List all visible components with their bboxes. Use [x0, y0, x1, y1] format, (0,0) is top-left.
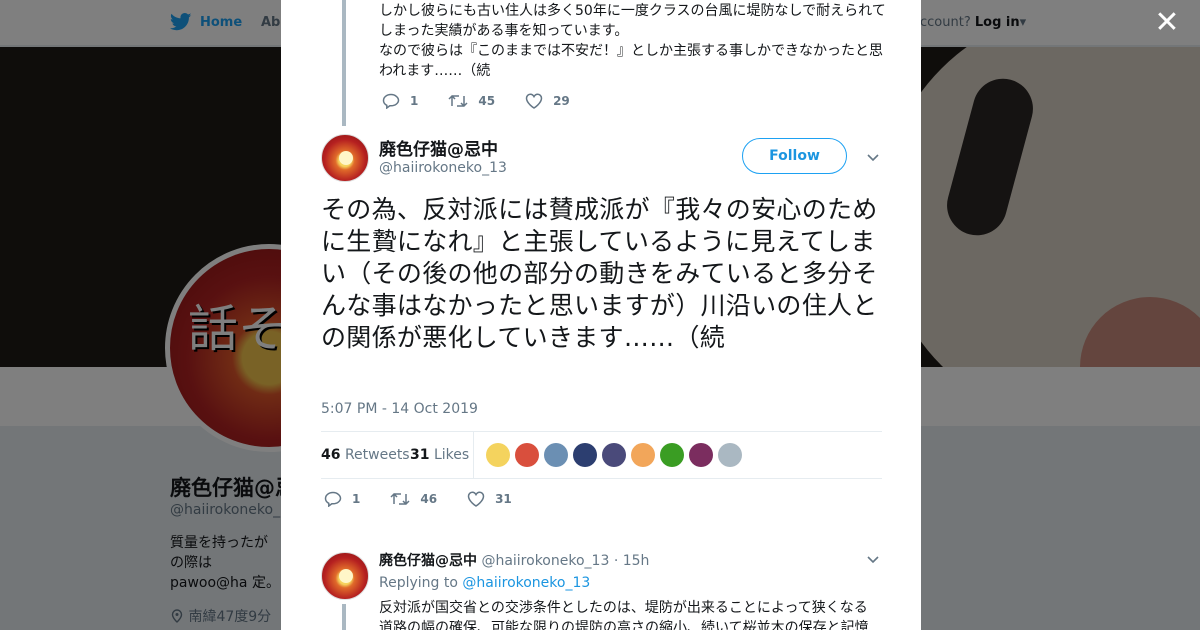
replying-to-link[interactable]: @haiirokoneko_13: [462, 575, 590, 591]
reply-dot: ·: [613, 553, 619, 569]
replying-label: Replying to: [379, 575, 458, 591]
retweet-count: 46: [420, 492, 438, 506]
retweet-icon: [448, 94, 468, 108]
reply-count: 1: [410, 94, 419, 108]
reply-icon: [382, 93, 400, 109]
liker-avatar[interactable]: [515, 443, 539, 467]
tweet-stats: 46 Retweets 31 Likes: [321, 431, 882, 479]
retweet-stat-label: Retweets: [344, 447, 410, 463]
retweet-stat-count: 46: [321, 447, 341, 463]
tweet-permalink-modal: しかし彼らにも古い住人は多く50年に一度クラスの台風に堤防なしで耐えられてしまっ…: [281, 0, 921, 630]
liker-avatar[interactable]: [544, 443, 568, 467]
avatar[interactable]: [321, 552, 369, 600]
prev-tweet-actions: 1 45 29: [382, 93, 600, 109]
retweet-count: 45: [478, 94, 496, 108]
prev-tweet-text: しかし彼らにも古い住人は多く50年に一度クラスの台風に堤防なしで耐えられてしまっ…: [379, 3, 886, 79]
heart-icon: [525, 93, 543, 109]
reply-button[interactable]: 1: [324, 491, 360, 507]
chevron-down-icon[interactable]: [866, 552, 880, 566]
reply-tweet-header: 廃色仔猫@忌中 @haiirokoneko_13 · 15h: [379, 550, 649, 570]
reply-age[interactable]: 15h: [623, 553, 650, 569]
like-stat-count: 31: [410, 447, 430, 463]
tweet-author-name[interactable]: 廃色仔猫@忌中: [379, 135, 498, 160]
chevron-down-icon[interactable]: [866, 150, 880, 164]
reply-icon: [324, 491, 342, 507]
like-count: 29: [553, 94, 570, 108]
liker-avatar[interactable]: [689, 443, 713, 467]
like-count: 31: [495, 492, 512, 506]
reply-button[interactable]: 1: [382, 93, 418, 109]
stats-divider: [473, 432, 474, 478]
liker-avatar[interactable]: [602, 443, 626, 467]
like-button[interactable]: 31: [467, 491, 512, 507]
liker-avatar[interactable]: [660, 443, 684, 467]
retweet-button[interactable]: 45: [448, 93, 495, 109]
follow-button[interactable]: Follow: [742, 138, 847, 174]
reply-tweet-text: 反対派が国交省との交渉条件としたのは、堤防が出来ることによって狭くなる道路の幅の…: [379, 600, 869, 630]
tweet-author-handle[interactable]: @haiirokoneko_13: [379, 160, 507, 176]
reply-author-handle[interactable]: @haiirokoneko_13: [481, 553, 609, 569]
tweet-actions: 1 46 31: [324, 491, 542, 507]
like-button[interactable]: 29: [525, 93, 570, 109]
liker-avatar[interactable]: [718, 443, 742, 467]
tweet-text: その為、反対派には賛成派が『我々の安心のために生贄になれ』と主張しているように見…: [321, 195, 878, 352]
heart-icon: [467, 491, 485, 507]
tweet-timestamp[interactable]: 5:07 PM - 14 Oct 2019: [321, 401, 478, 417]
reply-author-name[interactable]: 廃色仔猫@忌中: [379, 553, 477, 569]
liker-avatar[interactable]: [486, 443, 510, 467]
like-stat-label: Likes: [433, 447, 470, 463]
replying-to: Replying to @haiirokoneko_13: [379, 575, 590, 591]
liker-avatar[interactable]: [573, 443, 597, 467]
retweet-button[interactable]: 46: [390, 491, 437, 507]
close-icon[interactable]: ✕: [1152, 8, 1182, 38]
retweet-icon: [390, 492, 410, 506]
retweet-stat[interactable]: 46 Retweets: [321, 447, 410, 463]
liker-avatar[interactable]: [631, 443, 655, 467]
avatar[interactable]: [321, 134, 369, 182]
reply-count: 1: [352, 492, 361, 506]
thread-line-bottom: [342, 604, 346, 630]
thread-line-top: [342, 0, 346, 126]
like-stat[interactable]: 31 Likes: [410, 447, 469, 463]
